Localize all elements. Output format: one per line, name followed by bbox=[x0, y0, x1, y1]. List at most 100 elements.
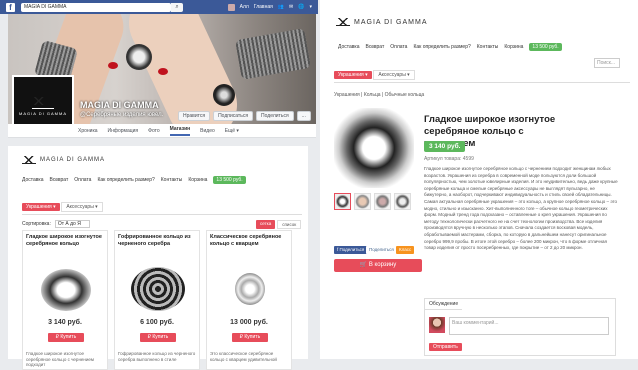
view-toggle: сетка список bbox=[256, 220, 302, 229]
messages-icon[interactable]: ✉ bbox=[289, 4, 293, 10]
more-button[interactable]: ... bbox=[296, 111, 311, 121]
product-thumbnail[interactable] bbox=[334, 193, 351, 210]
product-thumbnail[interactable] bbox=[394, 193, 411, 210]
nail-shape bbox=[108, 62, 118, 69]
nav-delivery[interactable]: Доставка bbox=[338, 44, 359, 50]
product-thumbnail[interactable] bbox=[354, 193, 371, 210]
tab-more[interactable]: Ещё ▾ bbox=[225, 128, 239, 134]
nail-shape bbox=[158, 68, 168, 75]
tab-shop[interactable]: Магазин bbox=[169, 126, 191, 136]
home-link[interactable]: Главная bbox=[254, 4, 273, 10]
facebook-user-menu: Алл Главная 👥 ✉ 🌐 ▾ bbox=[227, 3, 312, 11]
category-jewelry[interactable]: Украшения ▾ bbox=[22, 203, 60, 211]
like-button[interactable]: Нравится bbox=[178, 111, 211, 121]
category-accessories[interactable]: Аксессуары ▾ bbox=[61, 202, 103, 212]
page-title[interactable]: MAGIA DI GAMMA bbox=[80, 100, 159, 110]
brand-logo-icon bbox=[32, 96, 54, 109]
view-grid-button[interactable]: сетка bbox=[256, 220, 276, 229]
product-sku: Артикул товара: 4599 bbox=[424, 156, 474, 162]
nav-cart[interactable]: Корзина bbox=[504, 44, 523, 50]
product-image[interactable] bbox=[131, 267, 185, 311]
tab-video[interactable]: Видео bbox=[200, 128, 215, 134]
share-ok-button[interactable]: Класс bbox=[396, 246, 415, 254]
share-vk-button[interactable]: Поделиться bbox=[366, 246, 397, 254]
category-accessories[interactable]: Аксессуары ▾ bbox=[373, 70, 415, 80]
product-thumbnail[interactable] bbox=[374, 193, 391, 210]
nav-returns[interactable]: Возврат bbox=[365, 44, 384, 50]
product-price-badge: 3 140 руб. bbox=[424, 141, 466, 152]
nav-size-guide[interactable]: Как определить размер? bbox=[97, 177, 154, 183]
tab-photos[interactable]: Фото bbox=[148, 128, 160, 134]
chevron-down-icon[interactable]: ▾ bbox=[309, 4, 312, 10]
user-name-link[interactable]: Алл bbox=[240, 4, 249, 10]
shop-logo[interactable]: MAGIA DI GAMMA bbox=[336, 18, 428, 26]
share-facebook-button[interactable]: f Поделиться bbox=[334, 246, 368, 254]
shop-logo-text: MAGIA DI GAMMA bbox=[40, 157, 106, 163]
product-description: Гофрированное кольцо из черненого серебр… bbox=[118, 351, 196, 362]
buy-button[interactable]: ₽ Купить bbox=[140, 333, 176, 342]
avatar bbox=[429, 317, 445, 333]
brand-logo-icon bbox=[336, 18, 350, 26]
product-card[interactable]: Гладкое широкое изогнутое серебряное кол… bbox=[22, 230, 108, 370]
tab-info[interactable]: Информация bbox=[108, 128, 139, 134]
product-image[interactable] bbox=[41, 269, 91, 311]
ring-shape bbox=[213, 84, 235, 106]
tab-discussion[interactable]: Обсуждение bbox=[425, 299, 463, 310]
search-input[interactable]: Поиск... bbox=[594, 58, 620, 68]
nav-cart[interactable]: Корзина bbox=[188, 177, 207, 183]
nav-delivery[interactable]: Доставка bbox=[22, 177, 43, 183]
shop-nav: Доставка Возврат Оплата Как определить р… bbox=[338, 43, 562, 51]
facebook-search-input[interactable]: MAGIA DI GAMMA bbox=[21, 2, 171, 12]
product-description: Это классическое серебряное кольцо с ква… bbox=[210, 351, 277, 362]
category-bar: Украшения ▾ Аксессуары ▾ bbox=[334, 70, 630, 83]
sort-label: Сортировка: bbox=[22, 221, 51, 227]
product-card[interactable]: Гофрированное кольцо из черненого серебр… bbox=[114, 230, 200, 370]
cart-total-badge[interactable]: 13 500 руб. bbox=[529, 43, 562, 51]
nav-payment[interactable]: Оплата bbox=[74, 177, 91, 183]
brand-logo-text: MAGIA DI GAMMA bbox=[18, 110, 67, 116]
product-price: 13 000 руб. bbox=[230, 319, 268, 326]
product-price: 3 140 руб. bbox=[48, 319, 82, 326]
product-description: Гладкое широкое изогнутое серебряное кол… bbox=[424, 166, 618, 251]
avatar[interactable] bbox=[227, 3, 235, 11]
notifications-icon[interactable]: 🌐 bbox=[298, 4, 304, 10]
page-action-buttons: Нравится Подписаться Поделиться ... bbox=[178, 111, 311, 121]
add-to-cart-button[interactable]: 🛒 В корзину bbox=[334, 259, 422, 272]
product-card[interactable]: Классическое серебряное кольцо с кварцем… bbox=[206, 230, 292, 370]
cart-total-badge[interactable]: 13 500 руб. bbox=[213, 176, 246, 184]
nav-payment[interactable]: Оплата bbox=[390, 44, 407, 50]
comment-input[interactable]: Ваш комментарий... bbox=[449, 317, 609, 335]
buy-button[interactable]: ₽ Купить bbox=[48, 333, 84, 342]
page-tabs: Хроника Информация Фото Магазин Видео Ещ… bbox=[8, 124, 316, 138]
product-title[interactable]: Гладкое широкое изогнутое серебряное кол… bbox=[26, 234, 104, 248]
product-price: 6 100 руб. bbox=[140, 319, 174, 326]
breadcrumb[interactable]: Украшения | Кольца | Обычные кольца bbox=[334, 92, 424, 98]
share-button[interactable]: Поделиться bbox=[256, 111, 294, 121]
friends-icon[interactable]: 👥 bbox=[278, 4, 284, 10]
view-list-button[interactable]: список bbox=[277, 220, 302, 229]
shop-embed-left: MAGIA DI GAMMA Доставка Возврат Оплата К… bbox=[8, 146, 308, 370]
submit-comment-button[interactable]: Отправить bbox=[429, 343, 462, 351]
nav-contacts[interactable]: Контакты bbox=[161, 177, 183, 183]
shop-logo-text: MAGIA DI GAMMA bbox=[354, 18, 428, 26]
product-image[interactable] bbox=[235, 273, 265, 305]
page-subtitle: @Серебряные изделия ювел. bbox=[80, 112, 164, 118]
nav-size-guide[interactable]: Как определить размер? bbox=[413, 44, 470, 50]
sort-select[interactable]: От А до Я bbox=[54, 220, 90, 228]
nav-contacts[interactable]: Контакты bbox=[477, 44, 499, 50]
category-bar: Украшения ▾ Аксессуары ▾ bbox=[22, 202, 302, 215]
brand-logo-icon bbox=[22, 156, 36, 164]
product-title[interactable]: Гофрированное кольцо из черненого серебр… bbox=[118, 234, 196, 248]
facebook-logo-icon[interactable]: f bbox=[6, 2, 15, 12]
tab-timeline[interactable]: Хроника bbox=[78, 128, 98, 134]
buy-button[interactable]: ₽ Купить bbox=[232, 333, 268, 342]
shop-logo[interactable]: MAGIA DI GAMMA bbox=[22, 156, 105, 164]
search-icon[interactable]: ⌕ bbox=[171, 2, 183, 12]
nav-returns[interactable]: Возврат bbox=[49, 177, 68, 183]
product-main-image[interactable] bbox=[334, 108, 414, 188]
shop-nav: Доставка Возврат Оплата Как определить р… bbox=[22, 176, 246, 184]
comments-panel: Обсуждение Ваш комментарий... Отправить bbox=[424, 298, 616, 356]
product-title[interactable]: Классическое серебряное кольцо с кварцем bbox=[210, 234, 288, 248]
category-jewelry[interactable]: Украшения ▾ bbox=[334, 71, 372, 79]
follow-button[interactable]: Подписаться bbox=[213, 111, 254, 121]
